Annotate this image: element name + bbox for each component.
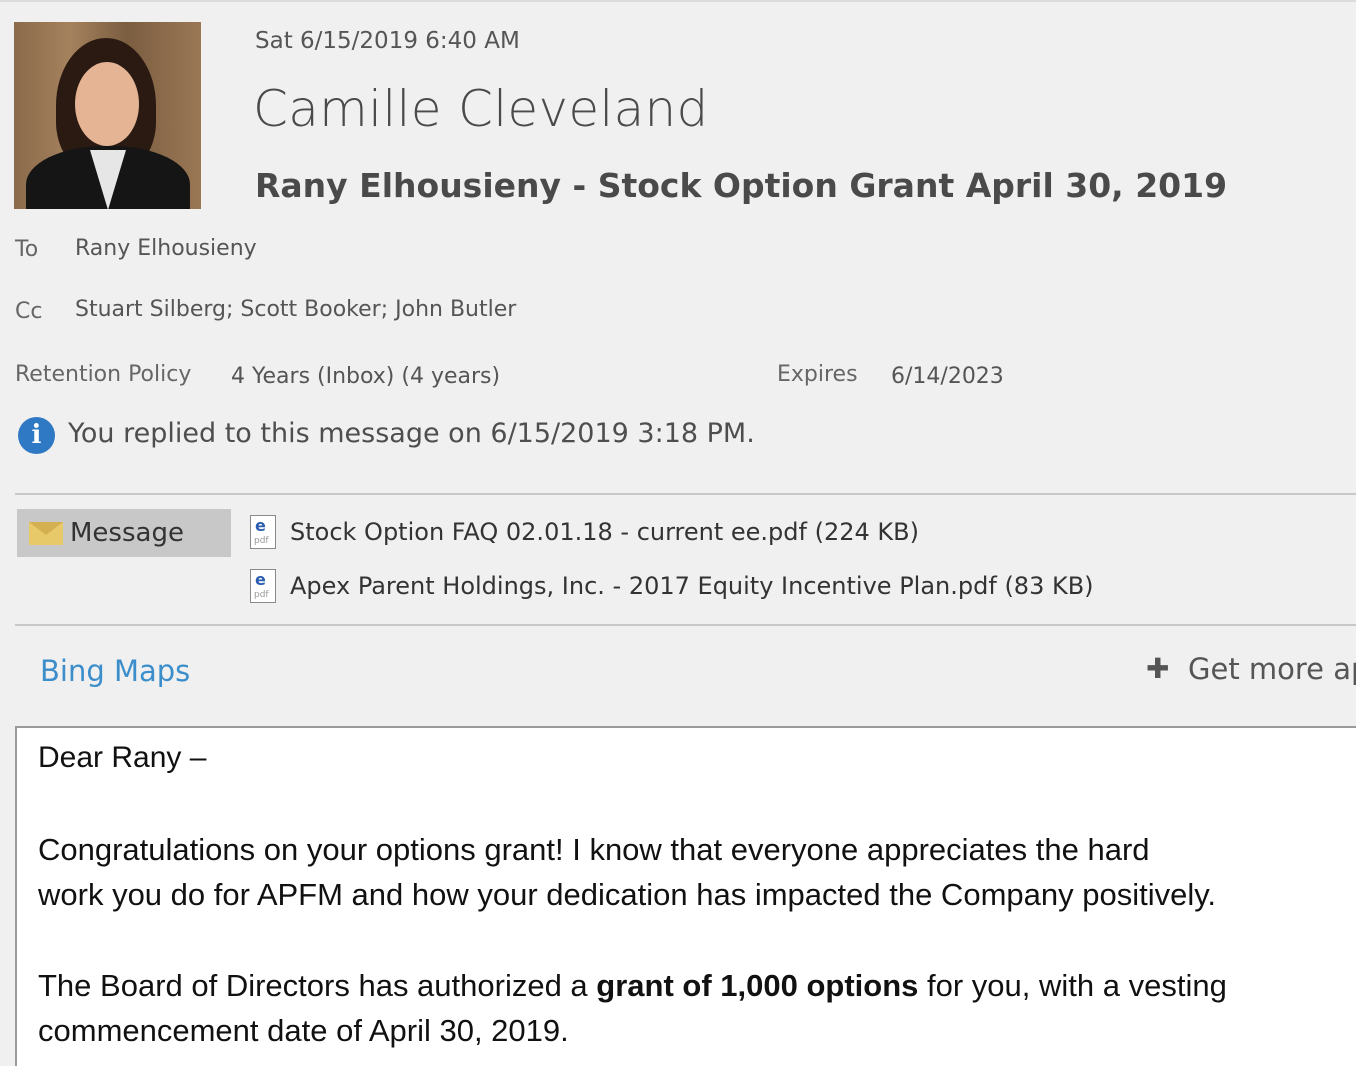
body-text: The Board of Directors has authorized a: [38, 968, 597, 1003]
to-label: To: [15, 237, 39, 262]
bing-maps-link[interactable]: Bing Maps: [40, 654, 190, 688]
plus-icon[interactable]: ✚: [1146, 652, 1169, 685]
pdf-icon: e pdf: [250, 569, 276, 603]
attachment-size: (224 KB): [814, 518, 919, 546]
attachment-item[interactable]: Apex Parent Holdings, Inc. - 2017 Equity…: [290, 572, 1094, 600]
attachments-separator: [15, 624, 1356, 626]
cc-label: Cc: [15, 299, 43, 324]
body-bold-text: grant of 1,000 options: [596, 968, 919, 1003]
envelope-icon: [29, 522, 63, 545]
sender-name[interactable]: Camille Cleveland: [253, 80, 709, 138]
body-paragraph-line: The Board of Directors has authorized a …: [38, 968, 1227, 1004]
window-top-border: [0, 0, 1356, 2]
body-paragraph-line: Congratulations on your options grant! I…: [38, 832, 1150, 867]
message-date: Sat 6/15/2019 6:40 AM: [255, 28, 520, 54]
avatar-face: [75, 62, 139, 146]
expires-value: 6/14/2023: [891, 364, 1004, 389]
pdf-icon: e pdf: [250, 515, 276, 549]
to-recipient[interactable]: Rany Elhousieny: [75, 236, 257, 261]
attachment-name: Apex Parent Holdings, Inc. - 2017 Equity…: [290, 572, 997, 600]
attachment-size: (83 KB): [1004, 572, 1094, 600]
body-paragraph-line: commencement date of April 30, 2019.: [38, 1013, 569, 1048]
attachment-name: Stock Option FAQ 02.01.18 - current ee.p…: [290, 518, 807, 546]
attachment-item[interactable]: Stock Option FAQ 02.01.18 - current ee.p…: [290, 518, 919, 546]
body-text: for you, with a vesting: [918, 968, 1227, 1003]
info-icon: i: [18, 417, 55, 454]
retention-policy-label: Retention Policy: [15, 362, 192, 387]
get-more-apps-link[interactable]: Get more ap: [1188, 652, 1356, 686]
expires-label: Expires: [777, 362, 858, 387]
reply-info-text: You replied to this message on 6/15/2019…: [68, 418, 755, 449]
header-separator: [15, 493, 1356, 495]
retention-policy-value: 4 Years (Inbox) (4 years): [231, 364, 501, 389]
message-tab[interactable]: Message: [17, 509, 231, 557]
cc-recipients[interactable]: Stuart Silberg; Scott Booker; John Butle…: [75, 297, 516, 322]
body-paragraph-line: work you do for APFM and how your dedica…: [38, 877, 1217, 912]
body-greeting: Dear Rany –: [38, 741, 207, 774]
sender-avatar[interactable]: [14, 22, 201, 209]
message-tab-label: Message: [70, 518, 184, 548]
message-subject: Rany Elhousieny - Stock Option Grant Apr…: [255, 166, 1228, 205]
